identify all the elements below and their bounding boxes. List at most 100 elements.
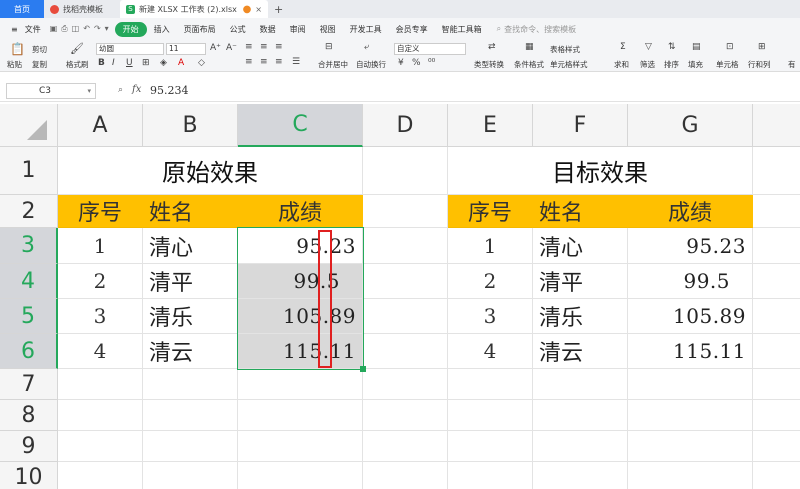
- empty-cell[interactable]: [533, 462, 628, 489]
- left-no-cell[interactable]: 3: [58, 299, 143, 334]
- empty-cell[interactable]: [143, 400, 238, 431]
- decimal-icon[interactable]: ⁰⁰: [428, 58, 435, 68]
- left-no-cell[interactable]: 2: [58, 264, 143, 299]
- cell-h2[interactable]: [753, 195, 800, 228]
- tab-template[interactable]: 找稻壳模板: [44, 0, 120, 18]
- empty-cell[interactable]: [533, 431, 628, 462]
- align-left-icon[interactable]: ≡: [245, 57, 253, 67]
- column-header-d[interactable]: D: [363, 104, 448, 147]
- right-score-cell[interactable]: 105.89: [628, 299, 753, 334]
- cut-button[interactable]: 剪切: [32, 44, 47, 55]
- row-header-2[interactable]: 2: [0, 195, 58, 228]
- save-icon[interactable]: ▣: [50, 24, 58, 34]
- font-name-select[interactable]: 幼圆: [96, 43, 164, 55]
- empty-cell[interactable]: [143, 431, 238, 462]
- row-header-6[interactable]: 6: [0, 334, 58, 369]
- empty-cell[interactable]: [628, 369, 753, 400]
- right-score-cell[interactable]: 99.5: [628, 264, 753, 299]
- row-header-3[interactable]: 3: [0, 228, 58, 264]
- column-header-b[interactable]: B: [143, 104, 238, 147]
- cell-button[interactable]: 单元格: [716, 59, 739, 70]
- empty-cell[interactable]: [753, 431, 800, 462]
- column-header-a[interactable]: A: [58, 104, 143, 147]
- formula-input[interactable]: 95.234: [150, 84, 189, 97]
- command-search[interactable]: ⌕ 查找命令、搜索模板: [497, 24, 576, 35]
- filter-icon[interactable]: ▽: [645, 42, 652, 52]
- type-convert-button[interactable]: 类型转换: [474, 59, 504, 70]
- preview-icon[interactable]: ◫: [72, 24, 80, 34]
- tab-workbook[interactable]: S 新建 XLSX 工作表 (2).xlsx ● ×: [120, 0, 268, 18]
- fill-handle[interactable]: [360, 366, 366, 372]
- empty-cell[interactable]: [143, 462, 238, 489]
- menu-file[interactable]: 文件: [25, 24, 48, 35]
- cell-h6[interactable]: [753, 334, 800, 369]
- chevron-down-icon[interactable]: ▾: [87, 84, 91, 98]
- redo-icon[interactable]: ↷: [94, 24, 101, 34]
- conditional-format-icon[interactable]: ▦: [525, 42, 534, 52]
- paste-icon[interactable]: 📋: [10, 42, 25, 56]
- menu-formulas[interactable]: 公式: [223, 24, 253, 35]
- number-format-select[interactable]: 自定义: [394, 43, 466, 55]
- cell-icon[interactable]: ⊡: [726, 42, 734, 52]
- align-bottom-icon[interactable]: ≡: [275, 42, 283, 52]
- left-header-name[interactable]: 姓名: [143, 195, 238, 228]
- font-size-select[interactable]: 11: [166, 43, 206, 55]
- row-header-8[interactable]: 8: [0, 400, 58, 431]
- empty-cell[interactable]: [363, 462, 448, 489]
- row-col-icon[interactable]: ⊞: [758, 42, 766, 52]
- merge-center-button[interactable]: 合并居中: [318, 59, 348, 70]
- menu-member[interactable]: 会员专享: [389, 24, 435, 35]
- right-header-name[interactable]: 姓名: [533, 195, 628, 228]
- chevron-down-icon[interactable]: ▾: [105, 24, 109, 34]
- right-header-score[interactable]: 成绩: [628, 195, 753, 228]
- currency-button[interactable]: ¥: [398, 58, 404, 68]
- empty-cell[interactable]: [58, 369, 143, 400]
- left-header-score[interactable]: 成绩: [238, 195, 363, 228]
- cell-h4[interactable]: [753, 264, 800, 299]
- align-middle-icon[interactable]: ≡: [260, 42, 268, 52]
- sort-button[interactable]: 排序: [664, 59, 679, 70]
- column-header-f[interactable]: F: [533, 104, 628, 147]
- left-score-cell[interactable]: 99.5: [238, 264, 363, 299]
- empty-cell[interactable]: [238, 369, 363, 400]
- menu-page-layout[interactable]: 页面布局: [177, 24, 223, 35]
- row-header-1[interactable]: 1: [0, 147, 58, 195]
- menu-insert[interactable]: 插入: [147, 24, 177, 35]
- clear-format-icon[interactable]: ◇: [198, 58, 205, 68]
- align-top-icon[interactable]: ≡: [245, 42, 253, 52]
- column-header-e[interactable]: E: [448, 104, 533, 147]
- right-name-cell[interactable]: 清平: [533, 264, 628, 299]
- empty-cell[interactable]: [448, 462, 533, 489]
- wrap-text-icon[interactable]: ⤶: [364, 42, 369, 52]
- right-no-cell[interactable]: 2: [448, 264, 533, 299]
- sort-icon[interactable]: ⇅: [668, 42, 676, 52]
- right-score-cell[interactable]: 95.23: [628, 228, 753, 264]
- wrap-text-button[interactable]: 自动换行: [356, 59, 386, 70]
- left-name-cell[interactable]: 清平: [143, 264, 238, 299]
- left-score-cell[interactable]: 115.11: [238, 334, 363, 369]
- cell-d3[interactable]: [363, 228, 448, 264]
- format-painter-button[interactable]: 格式刷: [66, 59, 89, 70]
- empty-cell[interactable]: [628, 462, 753, 489]
- menu-view[interactable]: 视图: [313, 24, 343, 35]
- row-header-5[interactable]: 5: [0, 299, 58, 334]
- empty-cell[interactable]: [363, 400, 448, 431]
- sum-button[interactable]: 求和: [614, 59, 629, 70]
- empty-cell[interactable]: [753, 400, 800, 431]
- cell-h1[interactable]: [753, 147, 800, 195]
- font-color-icon[interactable]: A: [178, 58, 184, 68]
- right-name-cell[interactable]: 清心: [533, 228, 628, 264]
- row-header-9[interactable]: 9: [0, 431, 58, 462]
- menu-developer[interactable]: 开发工具: [343, 24, 389, 35]
- empty-cell[interactable]: [628, 400, 753, 431]
- empty-cell[interactable]: [448, 369, 533, 400]
- empty-cell[interactable]: [753, 369, 800, 400]
- fill-icon[interactable]: ▤: [692, 42, 701, 52]
- left-name-cell[interactable]: 清云: [143, 334, 238, 369]
- font-grow-icon[interactable]: A⁺: [210, 43, 221, 53]
- font-shrink-icon[interactable]: A⁻: [226, 43, 237, 53]
- empty-cell[interactable]: [363, 369, 448, 400]
- conditional-format-button[interactable]: 条件格式: [514, 59, 544, 70]
- empty-cell[interactable]: [753, 462, 800, 489]
- empty-cell[interactable]: [448, 431, 533, 462]
